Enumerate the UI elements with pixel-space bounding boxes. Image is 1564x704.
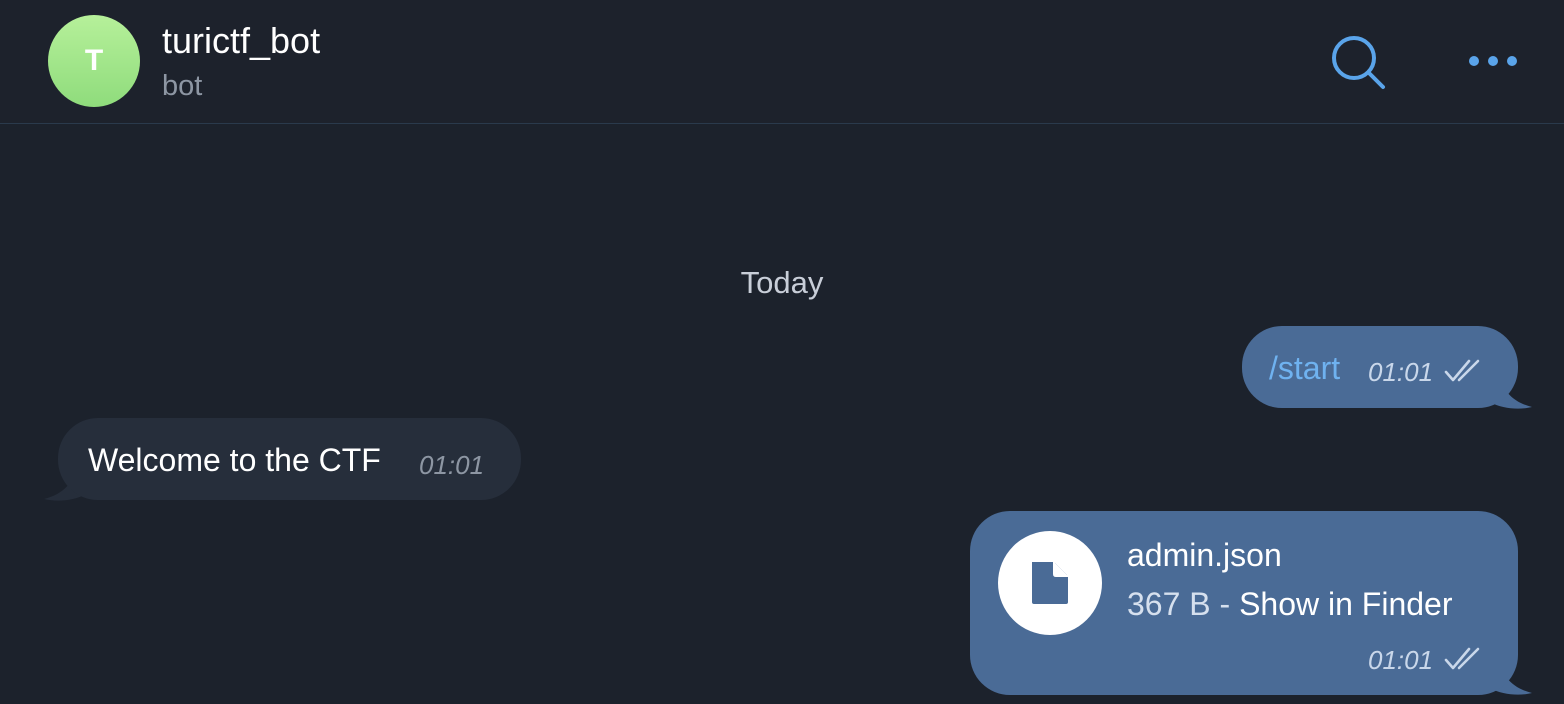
- search-button[interactable]: [1328, 32, 1388, 92]
- chat-header: T turictf_bot bot: [0, 0, 1564, 124]
- file-name[interactable]: admin.json: [1127, 536, 1282, 574]
- chat-title[interactable]: turictf_bot: [162, 20, 320, 62]
- message-time: 01:01: [1368, 357, 1434, 387]
- more-options-button[interactable]: [1462, 40, 1526, 84]
- date-divider: Today: [740, 265, 824, 300]
- file-download-button[interactable]: [998, 531, 1102, 635]
- command-link[interactable]: /start: [1269, 349, 1340, 387]
- file-meta: 367 B - Show in Finder: [1127, 585, 1453, 623]
- document-icon: [1032, 562, 1068, 604]
- avatar[interactable]: T: [48, 15, 140, 107]
- chat-subtitle: bot: [162, 70, 203, 102]
- double-check-icon: [1444, 359, 1480, 382]
- meta-separator: -: [1219, 586, 1231, 622]
- more-dots-icon: [1469, 56, 1517, 66]
- avatar-letter: T: [84, 44, 104, 77]
- file-size: 367 B: [1127, 586, 1211, 622]
- search-icon: [1332, 36, 1385, 89]
- show-in-finder-link[interactable]: Show in Finder: [1239, 586, 1452, 622]
- message-time: 01:01: [1368, 645, 1434, 675]
- chat-window: T turictf_bot bot Today /start 01:01 Wel…: [0, 0, 1564, 704]
- message-time: 01:01: [419, 450, 485, 480]
- double-check-icon: [1444, 647, 1480, 670]
- message-text: Welcome to the CTF: [88, 442, 381, 478]
